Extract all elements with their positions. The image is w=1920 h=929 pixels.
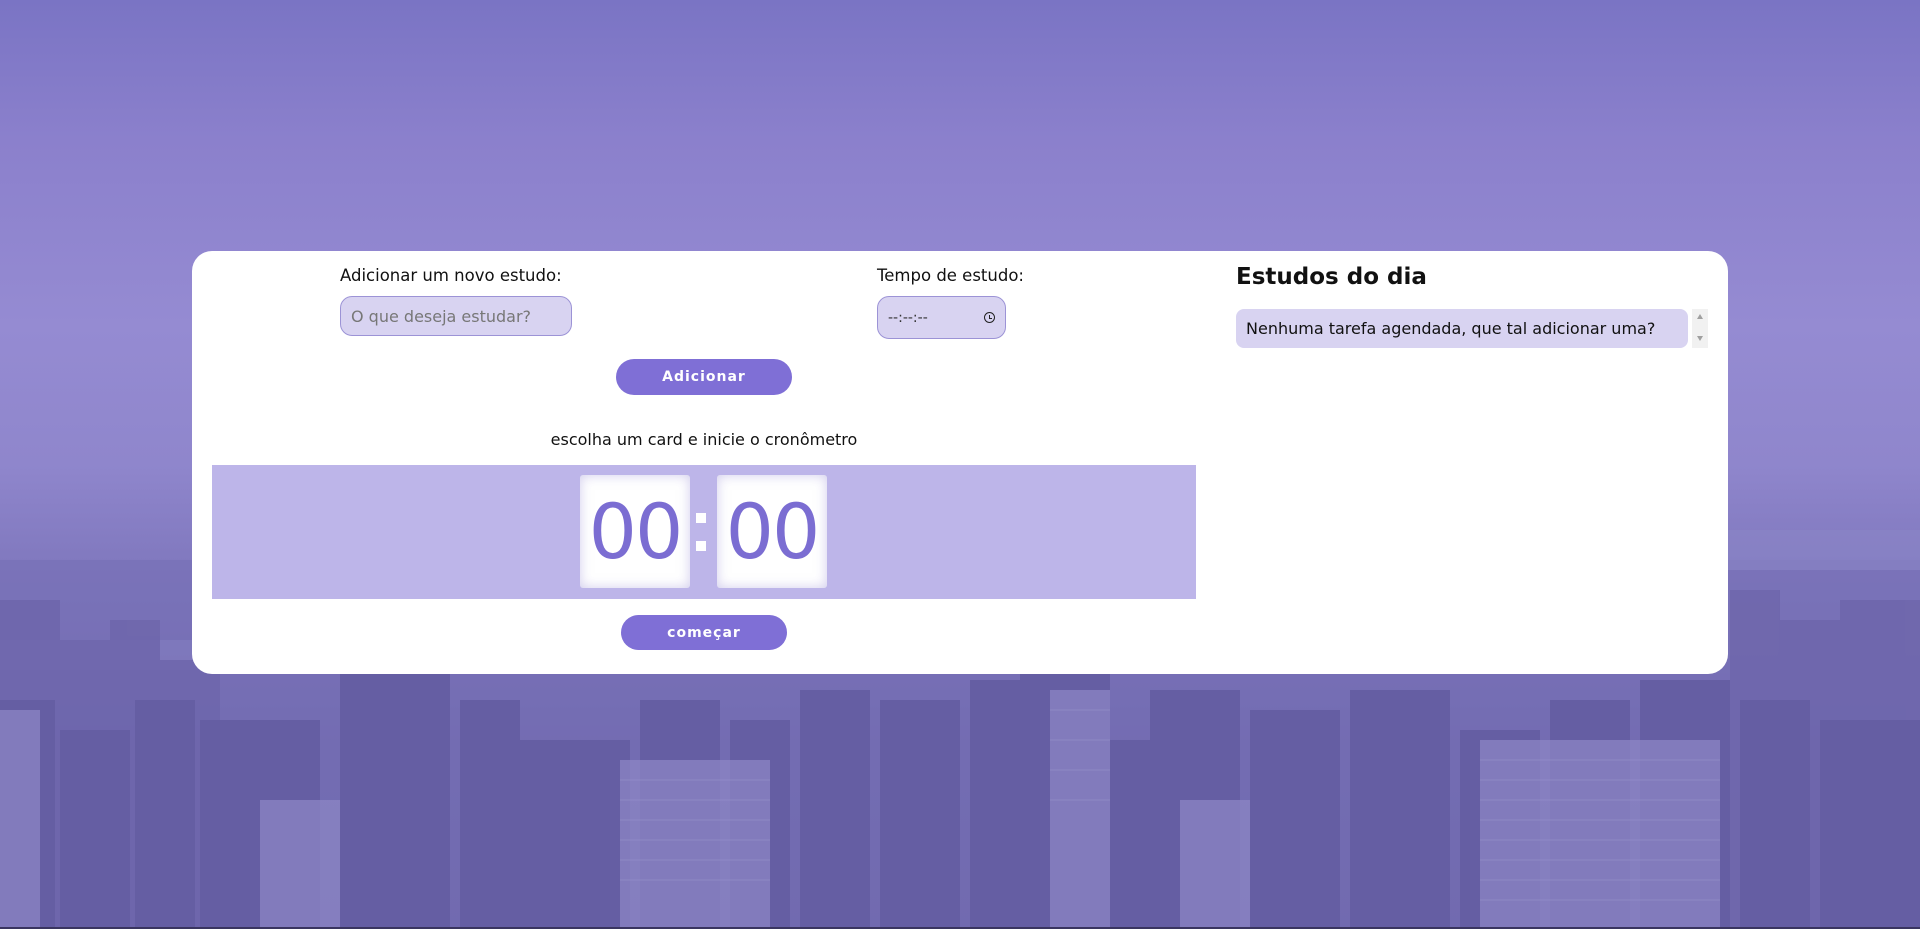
study-time-label: Tempo de estudo: <box>877 266 1024 285</box>
timer-panel: 00 00 <box>212 465 1196 599</box>
new-study-label: Adicionar um novo estudo: <box>340 266 562 285</box>
main-card: Adicionar um novo estudo: Tempo de estud… <box>192 251 1728 674</box>
task-list: Nenhuma tarefa agendada, que tal adicion… <box>1236 309 1708 349</box>
add-button[interactable]: Adicionar <box>616 359 792 395</box>
timer-minutes: 00 <box>580 475 690 588</box>
start-button[interactable]: começar <box>621 615 787 650</box>
clock-icon[interactable] <box>984 312 995 323</box>
study-time-input[interactable]: --:--:-- <box>877 296 1006 339</box>
task-list-scrollbar[interactable] <box>1692 309 1708 348</box>
study-time-value: --:--:-- <box>888 309 928 326</box>
timer-colon <box>696 509 706 555</box>
study-name-input[interactable] <box>340 296 572 336</box>
scroll-up-arrow-icon[interactable] <box>1697 314 1703 319</box>
timer-hint: escolha um card e inicie o cronômetro <box>550 430 858 449</box>
timer-seconds: 00 <box>717 475 827 588</box>
scroll-down-arrow-icon[interactable] <box>1697 336 1703 341</box>
list-item[interactable]: Nenhuma tarefa agendada, que tal adicion… <box>1236 309 1688 348</box>
daily-studies-title: Estudos do dia <box>1236 264 1427 290</box>
